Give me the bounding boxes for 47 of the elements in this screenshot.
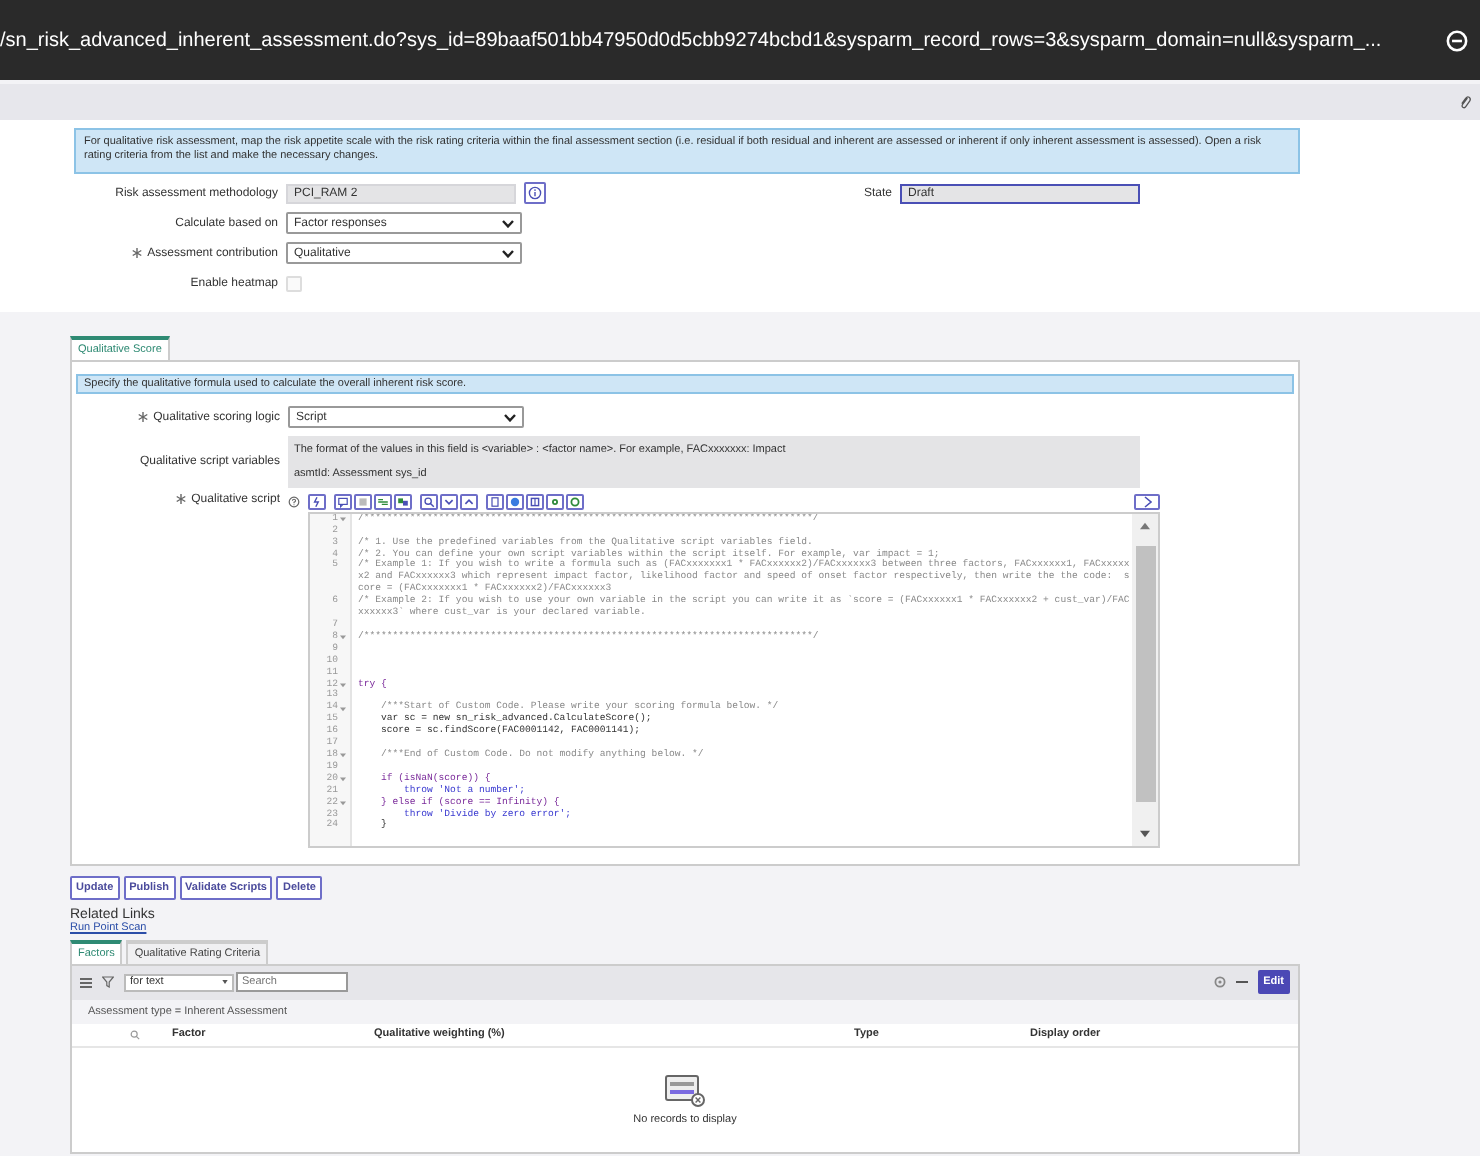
zoom-out-icon[interactable]	[1446, 29, 1468, 51]
minimize-icon[interactable]	[1235, 980, 1248, 985]
format-icon	[310, 495, 324, 508]
info-button[interactable]	[524, 182, 546, 205]
fold-caret-icon[interactable]	[340, 705, 346, 712]
toolbar-button[interactable]	[440, 493, 458, 510]
toolbar-button[interactable]	[486, 493, 504, 510]
comment-icon	[336, 495, 350, 508]
search-icon	[422, 495, 436, 508]
search-icon[interactable]	[130, 1029, 140, 1040]
fold-caret-icon[interactable]	[340, 681, 346, 688]
chevron-down-icon	[502, 249, 514, 258]
toolbar-button[interactable]	[394, 493, 412, 510]
menu-icon[interactable]	[80, 977, 92, 988]
help-icon[interactable]	[288, 495, 300, 508]
required-icon	[175, 494, 186, 505]
scrollbar[interactable]	[1132, 513, 1158, 846]
scroll-up-icon[interactable]	[1140, 521, 1150, 530]
fold-caret-icon[interactable]	[340, 800, 346, 807]
fold-caret-icon[interactable]	[340, 776, 346, 783]
fold-caret-icon[interactable]	[340, 516, 346, 523]
fold-caret-icon[interactable]	[340, 752, 346, 759]
fold-caret-icon[interactable]	[340, 634, 346, 641]
url-text: /sn_risk_advanced_inherent_assessment.do?sys_id=89baaf501bb47950d0d5cbb9274bcbd1&sysparm_record_rows=3&sysparm_domain=null&sysparm_...	[0, 29, 1384, 51]
replace-icon	[396, 495, 410, 508]
empty-list-icon	[664, 1073, 706, 1108]
checkbox[interactable]	[286, 275, 302, 292]
caret-down-icon	[222, 980, 228, 985]
toolbar-button[interactable]	[420, 493, 438, 510]
chevron-right-icon	[1143, 495, 1151, 508]
toolbar-button[interactable]	[460, 493, 478, 510]
filter-icon[interactable]	[102, 976, 114, 989]
info-icon	[528, 186, 542, 201]
document-icon	[488, 495, 502, 508]
toolbar-button[interactable]	[334, 493, 352, 510]
indent-icon	[376, 495, 390, 508]
expand-button[interactable]	[1134, 493, 1160, 510]
toolbar-button[interactable]	[374, 493, 392, 510]
toolbar-button[interactable]	[308, 493, 326, 510]
paperclip-icon[interactable]	[1458, 94, 1472, 110]
caret-up-icon	[462, 495, 476, 508]
chevron-down-icon	[504, 413, 516, 422]
required-icon	[131, 248, 142, 259]
chevron-down-icon	[502, 219, 514, 228]
required-icon	[137, 412, 148, 423]
caret-down-icon	[442, 495, 456, 508]
scroll-down-icon[interactable]	[1140, 829, 1150, 838]
